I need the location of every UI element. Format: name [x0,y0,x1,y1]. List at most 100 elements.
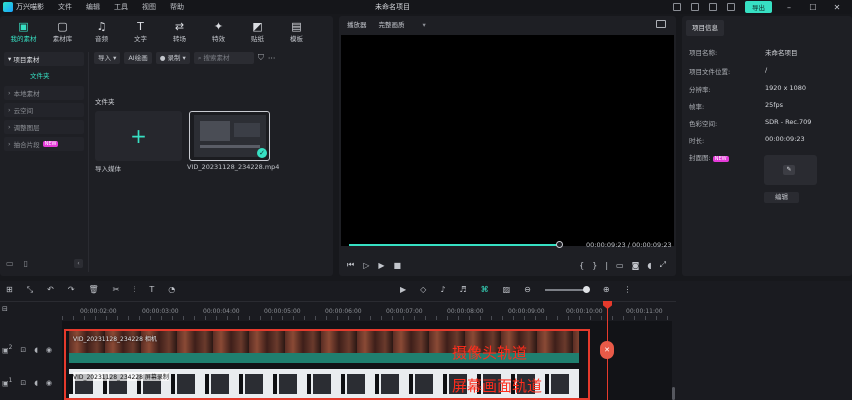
filter-icon[interactable]: ⛉ [258,53,264,63]
ruler-ticks [62,316,672,320]
mark-in-icon[interactable]: { [579,261,584,270]
layout-grid-icon[interactable]: ⊞ [6,285,13,295]
mic-icon[interactable]: ♪ [440,285,445,294]
track-lock-icon[interactable]: ▣1 [2,378,12,387]
eye-icon[interactable]: ◉ [46,346,52,354]
playback-progress-bar[interactable] [349,244,559,246]
monitor-icon[interactable] [691,3,699,11]
display-icon[interactable]: ▭ [616,261,624,270]
play-icon-alt[interactable]: ▶ [378,261,384,270]
tab-transitions[interactable]: ⇄ 转场 [160,16,199,48]
prop-value: 25fps [765,101,784,109]
tab-label: 模板 [290,35,303,43]
annotation-camera-track: 摄像头轨道 [452,344,528,362]
tab-audio[interactable]: ♫ 音频 [82,16,121,48]
sidebar-project-media[interactable]: ▾ 项目素材 [4,52,84,66]
check-icon: ✓ [257,148,267,158]
audio-icon[interactable]: ♬ [459,285,466,294]
preview-screen[interactable] [341,35,674,246]
tab-my-media[interactable]: ▣ 我的素材 [4,16,43,48]
eye-icon[interactable]: ◉ [46,379,52,387]
mark-out-icon[interactable]: } [592,261,597,270]
track-lock-icon[interactable]: ▣2 [2,345,12,354]
sidebar-item-cloud[interactable]: › 云空间 [4,103,84,117]
menu-edit[interactable]: 编辑 [86,2,100,12]
menu-tools[interactable]: 工具 [114,2,128,12]
render-icon[interactable]: ▶ [400,285,406,294]
tab-stock[interactable]: ▢ 素材库 [43,16,82,48]
volume-icon[interactable]: ◖ [34,379,38,387]
camera-icon[interactable]: ◙ [632,261,640,270]
prop-label: 帧率: [689,103,705,111]
sidebar-item-adjustment[interactable]: › 调整图层 [4,120,84,134]
image-icon[interactable]: ▨ [503,285,511,294]
tab-text[interactable]: T 文字 [121,16,160,48]
sidebar-folder[interactable]: 文件夹 [4,69,84,83]
volume-icon[interactable]: ◖ [647,261,651,270]
ruler-tick-label: 00:00:05:00 [264,308,301,315]
playback-scrubber[interactable] [556,241,563,248]
timeline-scrollbar[interactable] [672,387,675,400]
tab-templates[interactable]: ▤ 模板 [277,16,316,48]
tab-project-info[interactable]: 项目信息 [686,20,724,36]
record-button[interactable]: ● 录制 ▾ [155,52,190,64]
folder-add-icon[interactable]: ▭ [6,259,14,268]
minimize-icon[interactable]: – [782,3,796,12]
cut-icon[interactable]: ✂ [113,285,120,295]
ai-cut-icon[interactable]: ⌘ [481,285,489,294]
cloud-icon[interactable] [709,3,717,11]
collapse-sidebar-button[interactable]: ‹ [74,259,83,268]
ruler-tick-label: 00:00:06:00 [325,308,362,315]
fullscreen-icon[interactable]: ⤢ [660,260,666,270]
import-button[interactable]: 导入 ▾ [94,52,121,64]
sidebar-item-local[interactable]: › 本地素材 [4,86,84,100]
edit-cover-button[interactable]: 编辑 [764,192,799,203]
timeline-ruler[interactable]: 00:00:02:00 00:00:03:00 00:00:04:00 00:0… [0,301,676,320]
menu-help[interactable]: 帮助 [170,2,184,12]
layout-icon[interactable] [673,3,681,11]
sidebar-item-compound[interactable]: › 抽合片段 NEW [4,137,84,151]
close-icon[interactable]: ✕ [830,3,844,12]
speed-icon[interactable]: ◔ [168,285,175,295]
zoom-in-icon[interactable]: ⊕ [603,285,610,294]
zoom-out-icon[interactable]: ⊖ [524,285,531,294]
search-input[interactable]: ⌕ 搜索素材 [193,52,254,64]
maximize-icon[interactable]: ☐ [806,3,820,12]
folder-icon[interactable]: ▯ [24,259,28,268]
more-icon[interactable]: ··· [268,54,276,63]
title-bar: 万兴喵影 文件 编辑 工具 视图 帮助 未命名项目 导出 – ☐ ✕ [0,0,852,14]
play-icon[interactable]: ▷ [363,261,369,270]
edit-pen-icon[interactable]: ✎ [783,165,795,175]
delete-icon[interactable]: 🗑 [89,285,99,295]
menu-view[interactable]: 视图 [142,2,156,12]
prev-frame-icon[interactable]: ⏮ [347,260,354,270]
ai-drawing-button[interactable]: AI绘画 [124,52,152,64]
tab-stickers[interactable]: ◩ 贴纸 [238,16,277,48]
redo-icon[interactable]: ↷ [68,285,75,295]
add-track-icon[interactable]: ⊟ [2,305,8,313]
undo-icon[interactable]: ↶ [47,285,54,295]
save-icon[interactable] [727,3,735,11]
chevron-down-icon: ▾ [422,21,426,29]
lock-icon[interactable]: ⊡ [20,346,26,354]
quality-select[interactable]: 完整画质 ▾ [379,19,426,29]
app-name: 万兴喵影 [16,3,44,11]
text-tool-icon[interactable]: T [149,285,154,295]
volume-icon[interactable]: ◖ [34,346,38,354]
lock-icon[interactable]: ⊡ [20,379,26,387]
tab-effects[interactable]: ✦ 特效 [199,16,238,48]
export-button[interactable]: 导出 [745,1,772,13]
snapshot-icon[interactable] [656,20,666,28]
shield-icon[interactable]: ◇ [420,285,426,294]
menu-file[interactable]: 文件 [58,2,72,12]
media-toolbar: 导入 ▾ AI绘画 ● 录制 ▾ ⌕ 搜索素材 ⛉ ··· [94,52,275,64]
audio-split-icon[interactable]: ⫶ [133,285,135,295]
media-clip-thumbnail[interactable]: ✓ [189,111,270,161]
playhead-marker[interactable]: ✕ [600,341,614,359]
select-tool-icon[interactable]: ⤡ [27,285,33,295]
grid-menu-icon[interactable]: ⋮ [624,285,632,294]
zoom-knob[interactable] [582,285,590,293]
stop-icon[interactable]: ■ [394,261,402,270]
import-media-tile[interactable]: + [95,111,182,161]
zoom-slider[interactable] [544,285,590,293]
